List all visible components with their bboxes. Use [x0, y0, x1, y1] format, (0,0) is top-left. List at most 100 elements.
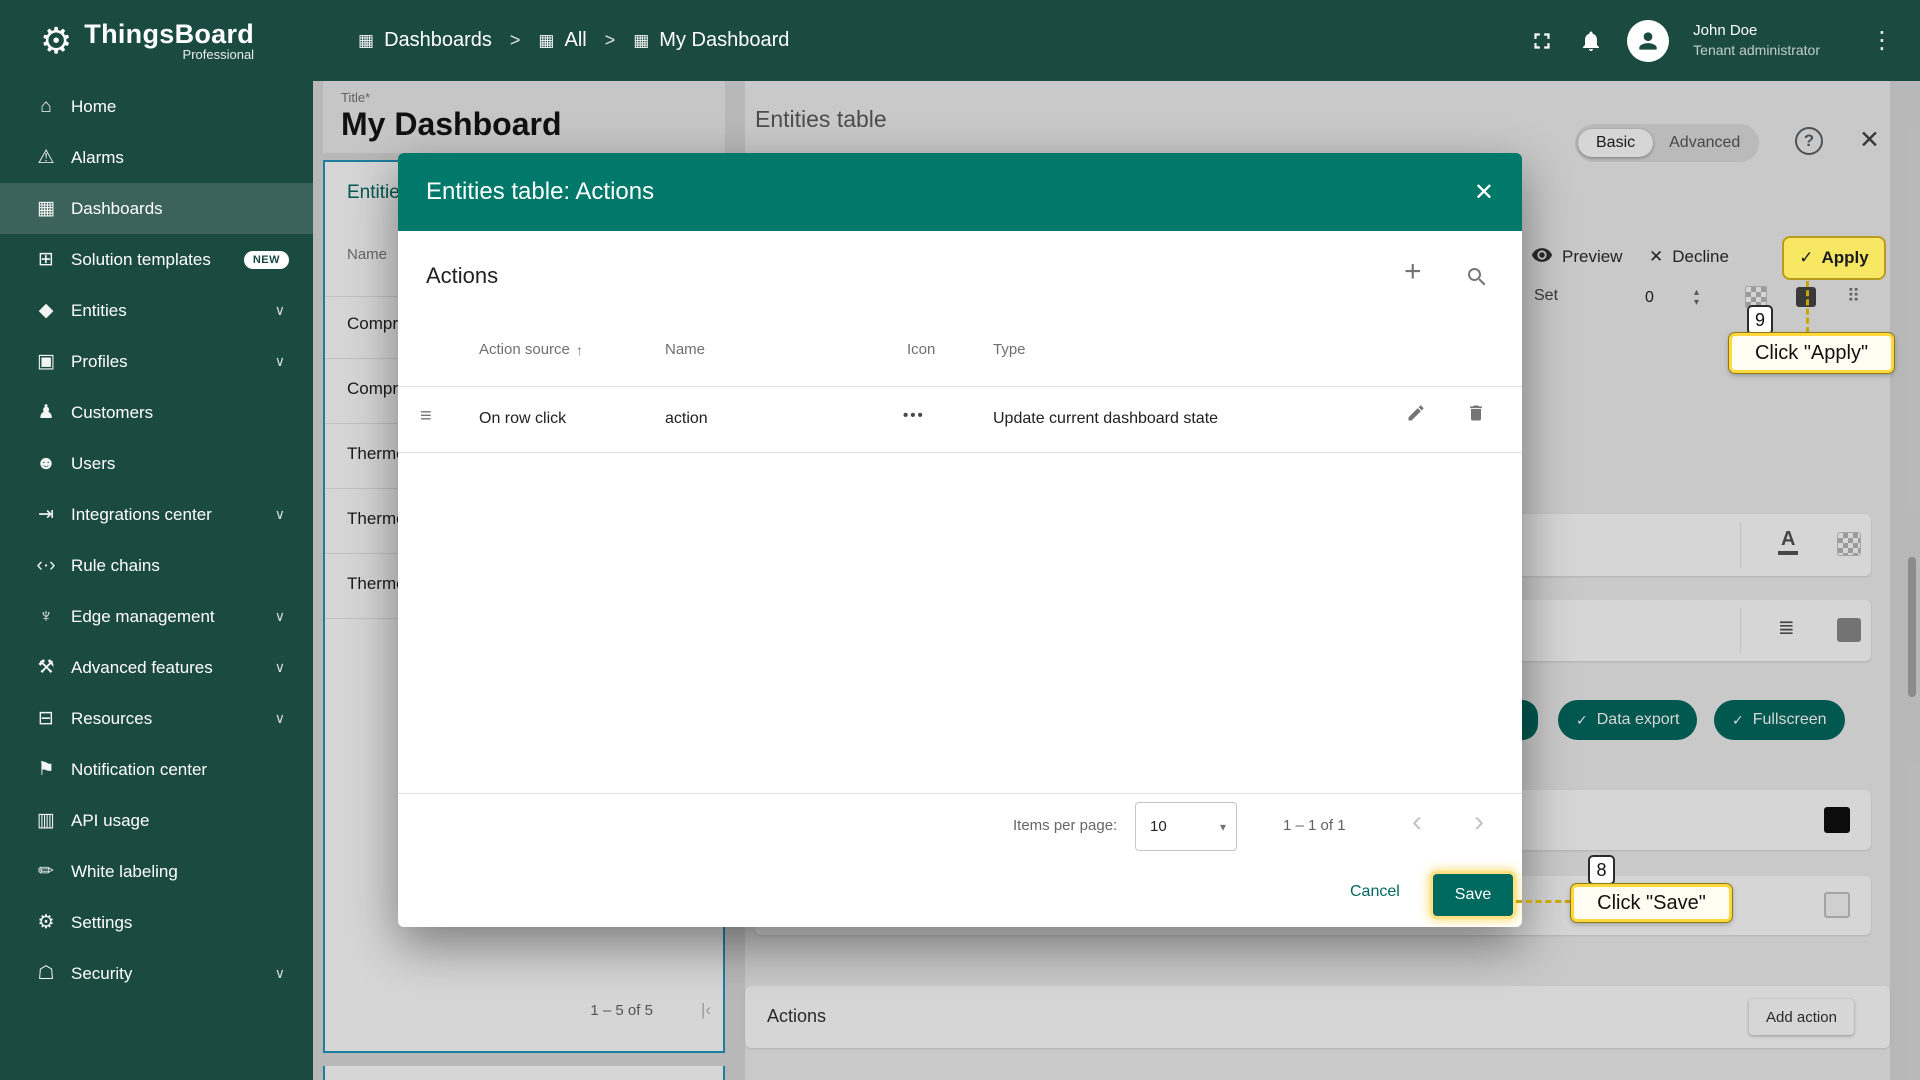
- edge-icon: ♆: [34, 606, 58, 628]
- select-arrow-icon: ▾: [1220, 820, 1226, 834]
- sidebar-item-rule-chains[interactable]: ‹·› Rule chains: [0, 540, 313, 591]
- chevron-down-icon: ∨: [275, 353, 285, 370]
- annotation-callout-apply: Click "Apply": [1729, 333, 1894, 373]
- user-name: John Doe: [1693, 21, 1820, 41]
- apply-button[interactable]: ✓ Apply: [1782, 236, 1886, 280]
- prev-page-icon[interactable]: ‹: [1412, 805, 1422, 839]
- sidebar-item-label: Advanced features: [71, 658, 213, 678]
- chevron-down-icon: ∨: [275, 608, 285, 625]
- dialog-header: Entities table: Actions ✕: [398, 153, 1522, 231]
- next-page-icon[interactable]: ›: [1474, 805, 1484, 839]
- sidebar-item-integrations-center[interactable]: ⇥Integrations center∨: [0, 489, 313, 540]
- brand-logo[interactable]: ⚙ ThingsBoard Professional: [0, 19, 313, 62]
- sidebar-item-label: Users: [71, 454, 115, 474]
- sidebar-item-home[interactable]: ⌂Home: [0, 81, 313, 132]
- sidebar-item-label: Edge management: [71, 607, 215, 627]
- sidebar-item-white-labeling[interactable]: ✏White labeling: [0, 846, 313, 897]
- integrations-icon: ⇥: [34, 503, 58, 526]
- page-range: 1 – 1 of 1: [1283, 817, 1346, 834]
- chevron-down-icon: ∨: [275, 302, 285, 319]
- brand-edition: Professional: [183, 47, 255, 62]
- items-per-page-value: 10: [1150, 818, 1167, 835]
- chevron-down-icon: ∨: [275, 965, 285, 982]
- top-bar: ⚙ ThingsBoard Professional ▦ Dashboards …: [0, 0, 1920, 81]
- sidebar-item-notification-center[interactable]: ⚑ Notification center: [0, 744, 313, 795]
- breadcrumb-my-dashboard[interactable]: ▦ My Dashboard: [633, 29, 789, 52]
- dialog-title: Entities table: Actions: [426, 178, 654, 206]
- sidebar-item-label: White labeling: [71, 862, 178, 882]
- sidebar-item-advanced-features[interactable]: ⚒Advanced features∨: [0, 642, 313, 693]
- annotation-step-number: 8: [1588, 855, 1615, 885]
- folder-icon: ⊟: [34, 707, 58, 730]
- new-badge: NEW: [244, 251, 289, 269]
- rule-chains-icon: ‹·›: [34, 555, 58, 577]
- flag-icon: ⚑: [34, 758, 58, 781]
- kebab-menu-icon[interactable]: ⋮: [1870, 26, 1894, 55]
- drag-handle-icon[interactable]: ≡: [420, 405, 432, 428]
- sidebar-item-label: Solution templates: [71, 250, 211, 270]
- edit-pencil-icon[interactable]: [1406, 403, 1426, 428]
- user-block: John Doe Tenant administrator: [1693, 21, 1820, 60]
- avatar[interactable]: [1627, 20, 1669, 62]
- breadcrumb-all[interactable]: ▦ All: [538, 29, 586, 52]
- sidebar-item-label: Notification center: [71, 760, 207, 780]
- user-role: Tenant administrator: [1693, 41, 1820, 60]
- sidebar-item-label: Dashboards: [71, 199, 163, 219]
- sidebar-item-settings[interactable]: ⚙Settings: [0, 897, 313, 948]
- brand-name: ThingsBoard: [84, 19, 254, 50]
- divider: [398, 386, 1522, 387]
- action-type-cell: Update current dashboard state: [993, 410, 1218, 428]
- save-button[interactable]: Save: [1433, 874, 1513, 916]
- sidebar-item-solution-templates[interactable]: ⊞Solution templatesNEW: [0, 234, 313, 285]
- sidebar-item-resources[interactable]: ⊟Resources∨: [0, 693, 313, 744]
- annotation-connector: [1516, 900, 1571, 903]
- shield-icon: ☖: [34, 962, 58, 985]
- sidebar-item-users[interactable]: ☻ Users: [0, 438, 313, 489]
- divider: [398, 793, 1522, 794]
- profiles-icon: ▣: [34, 350, 58, 373]
- sidebar-item-label: Profiles: [71, 352, 128, 372]
- sidebar-item-label: Rule chains: [71, 556, 160, 576]
- sidebar-item-alarms[interactable]: ⚠ Alarms: [0, 132, 313, 183]
- check-icon: ✓: [1799, 248, 1813, 268]
- dashboard-grid-icon: ▦: [633, 31, 649, 51]
- search-icon[interactable]: [1465, 265, 1489, 294]
- delete-trash-icon[interactable]: [1466, 403, 1486, 428]
- items-per-page-select[interactable]: 10 ▾: [1135, 802, 1237, 851]
- dashboards-icon: ▦: [34, 197, 58, 220]
- column-header-name: Name: [665, 341, 705, 358]
- annotation-connector: [1806, 281, 1809, 333]
- sidebar-item-edge-management[interactable]: ♆ Edge management ∨: [0, 591, 313, 642]
- cancel-button[interactable]: Cancel: [1350, 883, 1400, 901]
- sidebar-item-security[interactable]: ☖ Security ∨: [0, 948, 313, 999]
- breadcrumb-label: My Dashboard: [659, 29, 789, 52]
- add-icon[interactable]: +: [1404, 255, 1422, 289]
- sidebar-item-label: Settings: [71, 913, 132, 933]
- breadcrumb-dashboards[interactable]: ▦ Dashboards: [358, 29, 492, 52]
- breadcrumb-label: All: [564, 29, 586, 52]
- close-icon[interactable]: ✕: [1474, 178, 1494, 207]
- users-icon: ☻: [34, 453, 58, 475]
- sort-asc-icon: ↑: [576, 342, 583, 358]
- column-header-action-source[interactable]: Action source ↑: [479, 341, 583, 358]
- breadcrumb-separator: >: [605, 30, 616, 51]
- topbar-actions: John Doe Tenant administrator ⋮: [1529, 20, 1920, 62]
- sidebar-item-profiles[interactable]: ▣ Profiles ∨: [0, 336, 313, 387]
- alarm-warning-icon: ⚠: [34, 146, 58, 169]
- chevron-down-icon: ∨: [275, 710, 285, 727]
- sidebar-item-label: Home: [71, 97, 116, 117]
- sidebar-item-customers[interactable]: ♟Customers: [0, 387, 313, 438]
- notifications-bell-icon[interactable]: [1579, 29, 1603, 53]
- chevron-down-icon: ∨: [275, 506, 285, 523]
- screen: ⚙ ThingsBoard Professional ▦ Dashboards …: [0, 0, 1920, 1080]
- sidebar-item-label: Alarms: [71, 148, 124, 168]
- sidebar-item-api-usage[interactable]: ▥API usage: [0, 795, 313, 846]
- dialog-section-title: Actions: [426, 263, 498, 289]
- fullscreen-icon[interactable]: [1529, 28, 1555, 54]
- breadcrumb: ▦ Dashboards > ▦ All > ▦ My Dashboard: [358, 29, 789, 52]
- sidebar-item-dashboards[interactable]: ▦ Dashboards: [0, 183, 313, 234]
- sidebar-item-label: Security: [71, 964, 132, 984]
- annotation-callout-save: Click "Save": [1571, 884, 1732, 922]
- action-source-cell: On row click: [479, 410, 566, 428]
- sidebar-item-entities[interactable]: ◆Entities∨: [0, 285, 313, 336]
